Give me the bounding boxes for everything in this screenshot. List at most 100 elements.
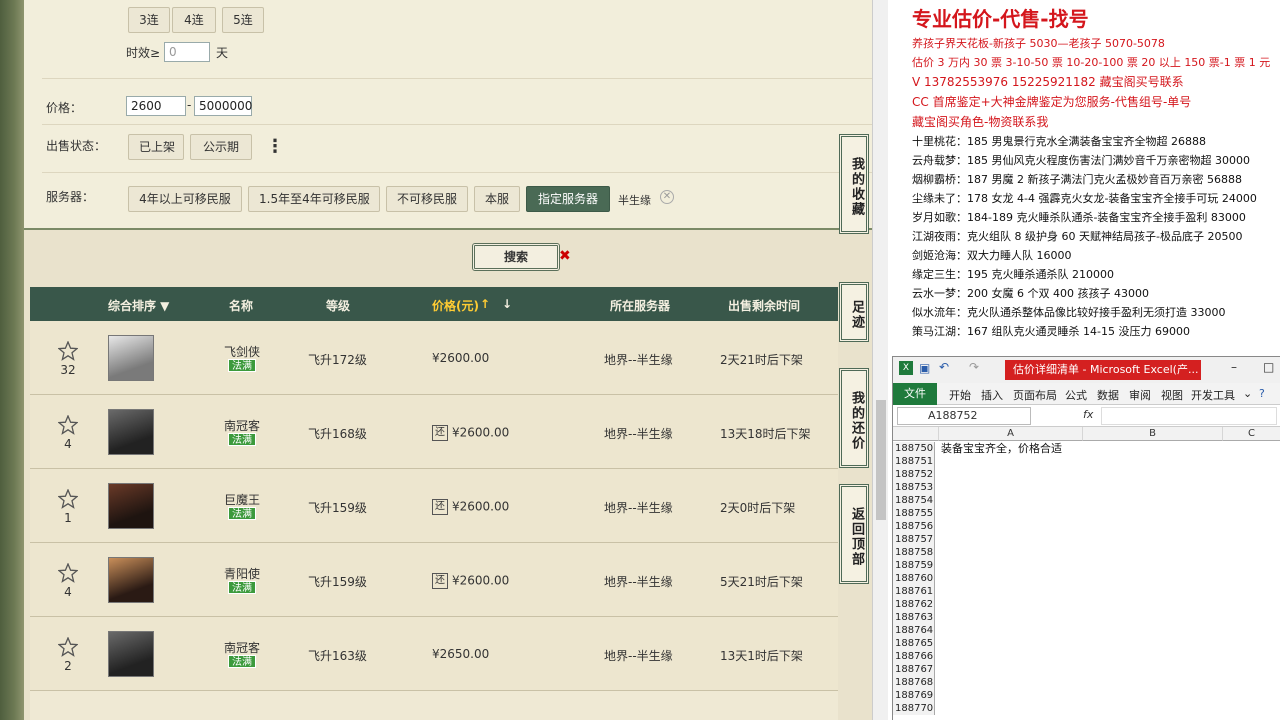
price-separator: - (187, 98, 192, 112)
role-name[interactable]: 青阳使 (224, 565, 260, 582)
role-name[interactable]: 南冠客 (224, 639, 260, 656)
server-this-button[interactable]: 本服 (474, 186, 520, 212)
row-number[interactable]: 188750 (893, 442, 935, 455)
shixiao-input[interactable]: 0 (164, 42, 210, 62)
formula-input[interactable] (1101, 407, 1277, 425)
row-number[interactable]: 188757 (893, 533, 935, 546)
avatar[interactable] (108, 631, 154, 677)
tab-insert[interactable]: 插入 (981, 387, 1003, 403)
avatar[interactable] (108, 409, 154, 455)
sort-down-icon[interactable]: ↓ (502, 297, 512, 311)
my-bargain-button[interactable]: 我的还价 (839, 368, 869, 468)
row-number[interactable]: 188768 (893, 676, 935, 689)
scrollbar-thumb[interactable] (876, 400, 886, 520)
row-number[interactable]: 188752 (893, 468, 935, 481)
price-max-input[interactable]: 5000000 (194, 96, 252, 116)
row-number[interactable]: 188760 (893, 572, 935, 585)
select-all-corner[interactable] (893, 427, 939, 441)
minimize-icon[interactable]: – (1231, 360, 1237, 374)
lian-4-button[interactable]: 4连 (172, 7, 216, 33)
spreadsheet-grid[interactable]: A B C 188750 188751 188752 188753 188754 1887… (893, 427, 1280, 720)
row-number[interactable]: 188769 (893, 689, 935, 702)
row-number[interactable]: 188759 (893, 559, 935, 572)
note-line: 似水流年：克火队通杀整体品像比较好接手盈利无须打造 33000 (912, 306, 1226, 319)
avatar[interactable] (108, 483, 154, 529)
note-line: 云水一梦：200 女魔 6 个双 400 孩孩子 43000 (912, 287, 1149, 300)
row-number[interactable]: 188762 (893, 598, 935, 611)
my-favorites-button[interactable]: 我的收藏 (839, 134, 869, 234)
row-number[interactable]: 188764 (893, 624, 935, 637)
more-icon[interactable]: ⋮ (266, 138, 284, 156)
tab-data[interactable]: 数据 (1097, 387, 1119, 403)
name-box[interactable]: A188752 (897, 407, 1031, 425)
favorite-star-icon[interactable] (58, 415, 78, 435)
server-1-5yr-button[interactable]: 1.5年至4年可移民服 (248, 186, 380, 212)
row-number[interactable]: 188754 (893, 494, 935, 507)
undo-icon[interactable]: ↶ (939, 360, 949, 374)
sort-composite-header[interactable]: 综合排序 ▼ (108, 297, 169, 314)
row-number[interactable]: 188755 (893, 507, 935, 520)
role-name[interactable]: 巨魔王 (224, 491, 260, 508)
price-header[interactable]: 价格(元) (432, 297, 479, 314)
row-number[interactable]: 188766 (893, 650, 935, 663)
redo-icon[interactable]: ↷ (969, 360, 979, 374)
role-name[interactable]: 南冠客 (224, 417, 260, 434)
tab-file[interactable]: 文件 (893, 383, 937, 405)
row-number[interactable]: 188770 (893, 702, 935, 715)
page-scrollbar[interactable] (872, 0, 888, 720)
status-public-button[interactable]: 公示期 (190, 134, 252, 160)
cell-a-value[interactable]: 装备宝宝齐全，价格合适 (941, 442, 1062, 455)
favorite-star-icon[interactable] (58, 637, 78, 657)
row-number[interactable]: 188763 (893, 611, 935, 624)
table-row[interactable]: 4 南冠客 法满 飞升168级 还 ¥2600.00 地界--半生缘 13天18时后下架 (30, 395, 838, 469)
tab-view[interactable]: 视图 (1161, 387, 1183, 403)
search-button[interactable]: 搜索 (472, 243, 560, 271)
remove-server-icon[interactable]: ✕ (660, 190, 674, 204)
save-icon[interactable]: ▣ (919, 361, 930, 375)
lian-5-button[interactable]: 5连 (222, 7, 264, 33)
server-4yr-button[interactable]: 4年以上可移民服 (128, 186, 242, 212)
favorite-star-icon[interactable] (58, 489, 78, 509)
chevron-down-icon[interactable]: ⌄ (1243, 387, 1252, 400)
column-header-a[interactable]: A (939, 427, 1083, 441)
price-cell: ¥2600.00 (432, 351, 489, 365)
table-row[interactable]: 4 青阳使 法满 飞升159级 还 ¥2600.00 地界--半生缘 5天21时后下架 (30, 543, 838, 617)
tab-formula[interactable]: 公式 (1065, 387, 1087, 403)
column-header-c[interactable]: C (1223, 427, 1280, 441)
table-row[interactable]: 1 巨魔王 法满 飞升159级 还 ¥2600.00 地界--半生缘 2天0时后下架 (30, 469, 838, 543)
results-table: 综合排序 ▼ 名称 等级 价格(元) ↑ ↓ 所在服务器 出售剩余时间 32 飞剑… (30, 287, 838, 720)
status-listed-button[interactable]: 已上架 (128, 134, 184, 160)
price-min-input[interactable]: 2600 (126, 96, 186, 116)
row-number[interactable]: 188758 (893, 546, 935, 559)
maximize-icon[interactable]: □ (1263, 360, 1274, 374)
tab-home[interactable]: 开始 (949, 387, 971, 403)
server-no-migrate-button[interactable]: 不可移民服 (386, 186, 468, 212)
column-header-b[interactable]: B (1083, 427, 1223, 441)
footprint-button[interactable]: 足迹 (839, 282, 869, 342)
avatar[interactable] (108, 335, 154, 381)
fx-icon[interactable]: fx (1083, 408, 1093, 421)
help-icon[interactable]: ? (1259, 387, 1265, 400)
row-number[interactable]: 188756 (893, 520, 935, 533)
role-name[interactable]: 飞剑侠 (224, 343, 260, 360)
row-number[interactable]: 188765 (893, 637, 935, 650)
role-time-left: 2天21时后下架 (720, 353, 803, 367)
lian-3-button[interactable]: 3连 (128, 7, 170, 33)
row-number[interactable]: 188767 (893, 663, 935, 676)
back-to-top-button[interactable]: 返回顶部 (839, 484, 869, 584)
avatar[interactable] (108, 557, 154, 603)
server-specified-button[interactable]: 指定服务器 (526, 186, 610, 212)
row-number[interactable]: 188753 (893, 481, 935, 494)
formula-bar: A188752 fx (893, 405, 1280, 427)
tab-review[interactable]: 审阅 (1129, 387, 1151, 403)
sort-up-icon[interactable]: ↑ (480, 297, 490, 311)
table-row[interactable]: 2 南冠客 法满 飞升163级 ¥2650.00 地界--半生缘 13天1时后下架 (30, 617, 838, 691)
table-row[interactable]: 32 飞剑侠 法满 飞升172级 ¥2600.00 地界--半生缘 2天21时后下架 (30, 321, 838, 395)
tab-developer[interactable]: 开发工具 (1191, 387, 1235, 403)
favorite-star-icon[interactable] (58, 341, 78, 361)
tab-page-layout[interactable]: 页面布局 (1013, 387, 1057, 403)
row-number[interactable]: 188751 (893, 455, 935, 468)
favorite-star-icon[interactable] (58, 563, 78, 583)
favorite-count: 1 (64, 511, 72, 525)
row-number[interactable]: 188761 (893, 585, 935, 598)
